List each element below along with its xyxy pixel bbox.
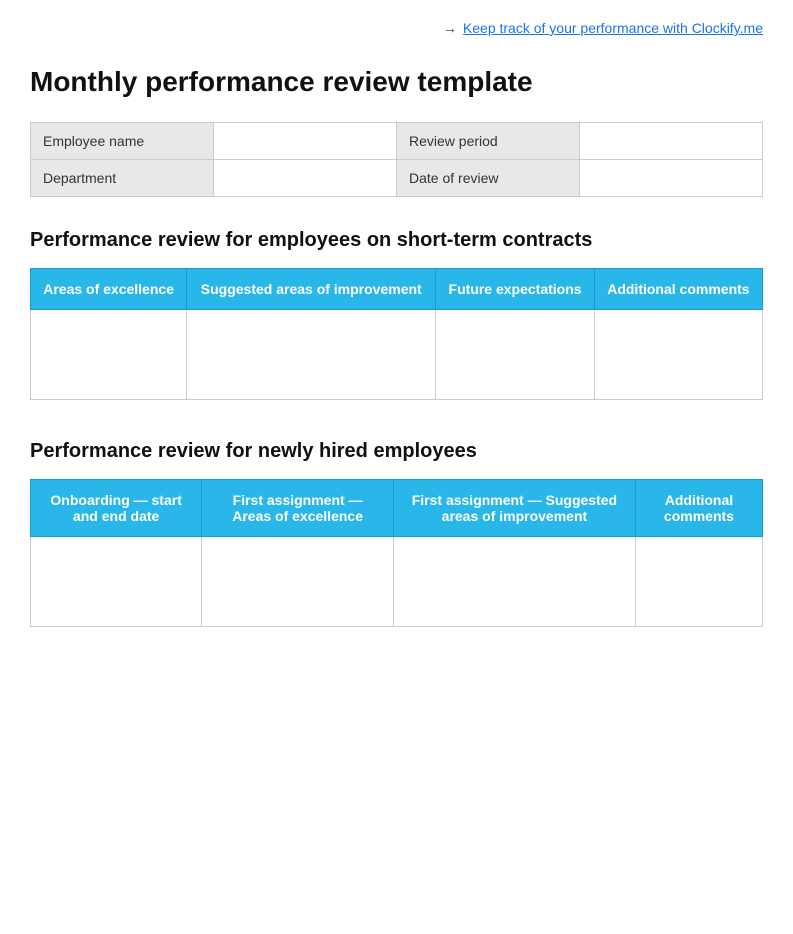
col-additional-comments: Additional comments — [594, 269, 762, 310]
newly-hired-section: Performance review for newly hired emplo… — [30, 440, 763, 627]
col-first-assignment-improvement: First assignment — Suggested areas of im… — [393, 480, 635, 537]
newly-hired-table: Onboarding — start and end date First as… — [30, 479, 763, 627]
info-table: Employee name Review period Department D… — [30, 122, 763, 197]
cell-future-expectations[interactable] — [436, 310, 595, 400]
cell-onboarding-date[interactable] — [31, 537, 202, 627]
employee-name-value[interactable] — [214, 123, 397, 160]
col-suggested-improvement: Suggested areas of improvement — [187, 269, 436, 310]
col-onboarding-date: Onboarding — start and end date — [31, 480, 202, 537]
cell-areas-excellence[interactable] — [31, 310, 187, 400]
table-row: Employee name Review period — [31, 123, 763, 160]
main-title: Monthly performance review template — [30, 66, 763, 98]
cell-first-assignment-improvement[interactable] — [393, 537, 635, 627]
cell-first-assignment-excellence[interactable] — [202, 537, 394, 627]
arrow-icon: → — [443, 20, 457, 36]
short-term-table: Areas of excellence Suggested areas of i… — [30, 268, 763, 400]
col-first-assignment-excellence: First assignment — Areas of excellence — [202, 480, 394, 537]
clockify-link[interactable]: Keep track of your performance with Cloc… — [463, 20, 763, 36]
review-period-label: Review period — [397, 123, 580, 160]
department-label: Department — [31, 160, 214, 197]
top-link-bar: → Keep track of your performance with Cl… — [30, 20, 763, 36]
short-term-title: Performance review for employees on shor… — [30, 229, 763, 252]
review-period-value[interactable] — [580, 123, 763, 160]
short-term-section: Performance review for employees on shor… — [30, 229, 763, 400]
col-additional-comments-2: Additional comments — [635, 480, 762, 537]
cell-additional-comments[interactable] — [594, 310, 762, 400]
table-row — [31, 537, 763, 627]
col-future-expectations: Future expectations — [436, 269, 595, 310]
info-section: Employee name Review period Department D… — [30, 122, 763, 197]
table-header-row: Onboarding — start and end date First as… — [31, 480, 763, 537]
cell-additional-comments-2[interactable] — [635, 537, 762, 627]
date-of-review-value[interactable] — [580, 160, 763, 197]
employee-name-label: Employee name — [31, 123, 214, 160]
col-areas-excellence: Areas of excellence — [31, 269, 187, 310]
table-row: Department Date of review — [31, 160, 763, 197]
table-row — [31, 310, 763, 400]
newly-hired-title: Performance review for newly hired emplo… — [30, 440, 763, 463]
cell-suggested-improvement[interactable] — [187, 310, 436, 400]
date-of-review-label: Date of review — [397, 160, 580, 197]
table-header-row: Areas of excellence Suggested areas of i… — [31, 269, 763, 310]
department-value[interactable] — [214, 160, 397, 197]
